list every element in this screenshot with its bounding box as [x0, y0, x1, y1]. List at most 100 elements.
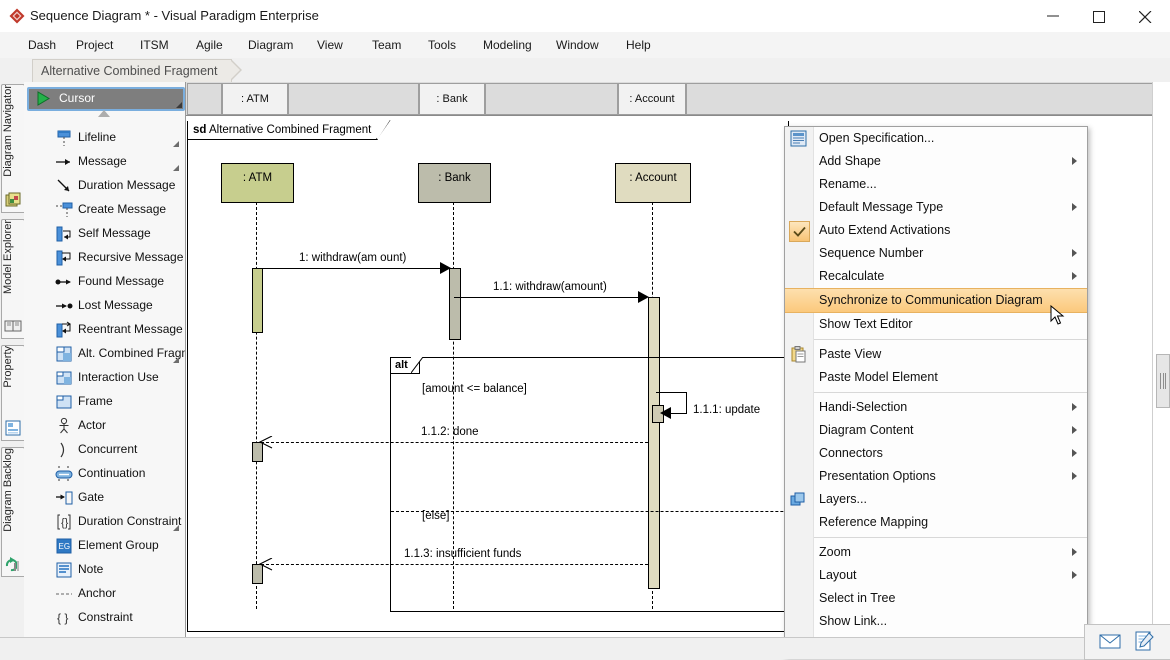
palette-item-continuation[interactable]: Continuation — [24, 462, 185, 486]
expand-corner-icon — [176, 102, 182, 108]
menu-sequence-number[interactable]: Sequence Number — [785, 242, 1087, 265]
menu-reference-mapping[interactable]: Reference Mapping — [785, 511, 1087, 534]
menu-zoom[interactable]: Zoom — [785, 541, 1087, 564]
activation-atm[interactable] — [252, 268, 263, 333]
menu-auto-extend-activations[interactable]: Auto Extend Activations — [785, 219, 1087, 242]
sidebar-tab-property[interactable]: Property — [1, 345, 25, 441]
ruler-cell-bank[interactable]: : Bank — [419, 83, 485, 115]
mail-icon[interactable] — [1098, 631, 1122, 653]
palette-item-self-message[interactable]: Self Message — [24, 222, 185, 246]
menu-itsm[interactable]: ITSM — [130, 32, 179, 58]
menu-item-label: Layers... — [819, 492, 867, 506]
lifeline-head-bank[interactable]: : Bank — [418, 163, 491, 203]
interaction-use-icon — [55, 369, 73, 387]
ruler-cell-atm[interactable]: : ATM — [222, 83, 288, 115]
palette-item-concurrent[interactable]: Concurrent — [24, 438, 185, 462]
breadcrumb[interactable]: Alternative Combined Fragment — [32, 59, 243, 83]
menu-tools[interactable]: Tools — [418, 32, 466, 58]
palette-item-gate[interactable]: Gate — [24, 486, 185, 510]
palette-scroll-up-icon[interactable] — [98, 110, 110, 117]
palette-item-element-group[interactable]: EG Element Group — [24, 534, 185, 558]
menu-default-message-type[interactable]: Default Message Type — [785, 196, 1087, 219]
palette-item-duration-message[interactable]: Duration Message — [24, 174, 185, 198]
menu-layers[interactable]: Layers... — [785, 488, 1087, 511]
menu-show-text-editor[interactable]: Show Text Editor — [785, 313, 1087, 336]
palette-item-recursive-message[interactable]: Recursive Message — [24, 246, 185, 270]
maximize-button[interactable] — [1078, 0, 1124, 31]
recursive-message-icon — [55, 249, 73, 267]
status-icon-box — [1084, 624, 1170, 660]
palette-item-frame[interactable]: Frame — [24, 390, 185, 414]
menu-paste-view[interactable]: Paste View — [785, 343, 1087, 366]
menu-presentation-options[interactable]: Presentation Options — [785, 465, 1087, 488]
activation-bank[interactable] — [449, 268, 461, 340]
palette-item-duration-constraint[interactable]: {} Duration Constraint — [24, 510, 185, 534]
application-window: Sequence Diagram * - Visual Paradigm Ent… — [0, 0, 1170, 660]
palette-item-create-message[interactable]: Create Message — [24, 198, 185, 222]
palette-item-note[interactable]: Note — [24, 558, 185, 582]
minimize-button[interactable] — [1032, 0, 1078, 31]
menu-project[interactable]: Project — [66, 32, 123, 58]
alt-operator-label: alt — [395, 359, 408, 371]
menu-handi-selection[interactable]: Handi-Selection — [785, 396, 1087, 419]
menu-recalculate[interactable]: Recalculate — [785, 265, 1087, 288]
palette-item-lifeline[interactable]: Lifeline — [24, 126, 185, 150]
menu-view[interactable]: View — [307, 32, 353, 58]
specification-icon — [790, 130, 807, 147]
diagram-backlog-icon — [4, 555, 22, 573]
menu-add-shape[interactable]: Add Shape — [785, 150, 1087, 173]
palette-item-cursor[interactable]: Cursor — [27, 87, 185, 111]
palette-item-label: Cursor — [59, 91, 96, 105]
lifeline-head-atm[interactable]: : ATM — [221, 163, 294, 203]
concurrent-icon — [55, 441, 73, 459]
menu-separator — [785, 392, 1087, 393]
palette-item-label: Gate — [78, 490, 105, 504]
palette-item-label: Self Message — [78, 226, 151, 240]
menu-select-in-tree[interactable]: Select in Tree — [785, 587, 1087, 610]
context-menu[interactable]: Open Specification... Add Shape Rename..… — [784, 126, 1088, 657]
menu-dash[interactable]: Dash — [18, 32, 66, 58]
palette-item-actor[interactable]: Actor — [24, 414, 185, 438]
palette-item-lost-message[interactable]: Lost Message — [24, 294, 185, 318]
palette-item-message[interactable]: Message — [24, 150, 185, 174]
menu-paste-model-element[interactable]: Paste Model Element — [785, 366, 1087, 389]
alt-tab-fold — [410, 356, 424, 374]
close-button[interactable] — [1124, 0, 1170, 31]
lifeline-head-account[interactable]: : Account — [615, 163, 691, 203]
edit-note-icon[interactable] — [1132, 631, 1156, 653]
palette-item-found-message[interactable]: Found Message — [24, 270, 185, 294]
alt-guard-1: [amount <= balance] — [422, 383, 527, 395]
palette-item-reentrant-message[interactable]: Reentrant Message — [24, 318, 185, 342]
menu-team[interactable]: Team — [362, 32, 411, 58]
palette-item-label: Duration Message — [78, 178, 176, 192]
menu-layout[interactable]: Layout — [785, 564, 1087, 587]
menu-agile[interactable]: Agile — [186, 32, 233, 58]
menu-window[interactable]: Window — [546, 32, 609, 58]
palette-item-anchor[interactable]: Anchor — [24, 582, 185, 606]
palette-item-label: Lifeline — [78, 130, 117, 144]
sidebar-tab-label: Diagram Backlog — [2, 448, 14, 532]
menu-help[interactable]: Help — [616, 32, 661, 58]
message-line-1[interactable] — [256, 268, 446, 269]
menu-rename[interactable]: Rename... — [785, 173, 1087, 196]
scrollbar-thumb[interactable] — [1156, 354, 1170, 408]
message-line-2[interactable] — [454, 297, 644, 298]
ruler-cell-account[interactable]: : Account — [618, 83, 686, 115]
vertical-scrollbar[interactable] — [1152, 82, 1170, 637]
sidebar-tab-label: Model Explorer — [2, 220, 14, 294]
menu-diagram-content[interactable]: Diagram Content — [785, 419, 1087, 442]
menu-modeling[interactable]: Modeling — [473, 32, 542, 58]
sidebar-tab-model-explorer[interactable]: Model Explorer — [1, 219, 25, 339]
ruler-gap — [686, 83, 1170, 115]
menu-item-label: Zoom — [819, 545, 851, 559]
menu-synchronize-to-communication-diagram[interactable]: Synchronize to Communication Diagram — [785, 288, 1087, 313]
palette-item-constraint[interactable]: { } Constraint — [24, 606, 185, 630]
menu-open-specification[interactable]: Open Specification... — [785, 127, 1087, 150]
sidebar-tab-diagram-backlog[interactable]: Diagram Backlog — [1, 447, 25, 577]
menu-show-link[interactable]: Show Link... — [785, 610, 1087, 633]
sidebar-tab-diagram-navigator[interactable]: Diagram Navigator — [1, 84, 25, 213]
menu-diagram[interactable]: Diagram — [238, 32, 303, 58]
palette-item-interaction-use[interactable]: Interaction Use — [24, 366, 185, 390]
menu-connectors[interactable]: Connectors — [785, 442, 1087, 465]
palette-item-alt-combined-fragment[interactable]: Alt. Combined Fragment — [24, 342, 185, 366]
